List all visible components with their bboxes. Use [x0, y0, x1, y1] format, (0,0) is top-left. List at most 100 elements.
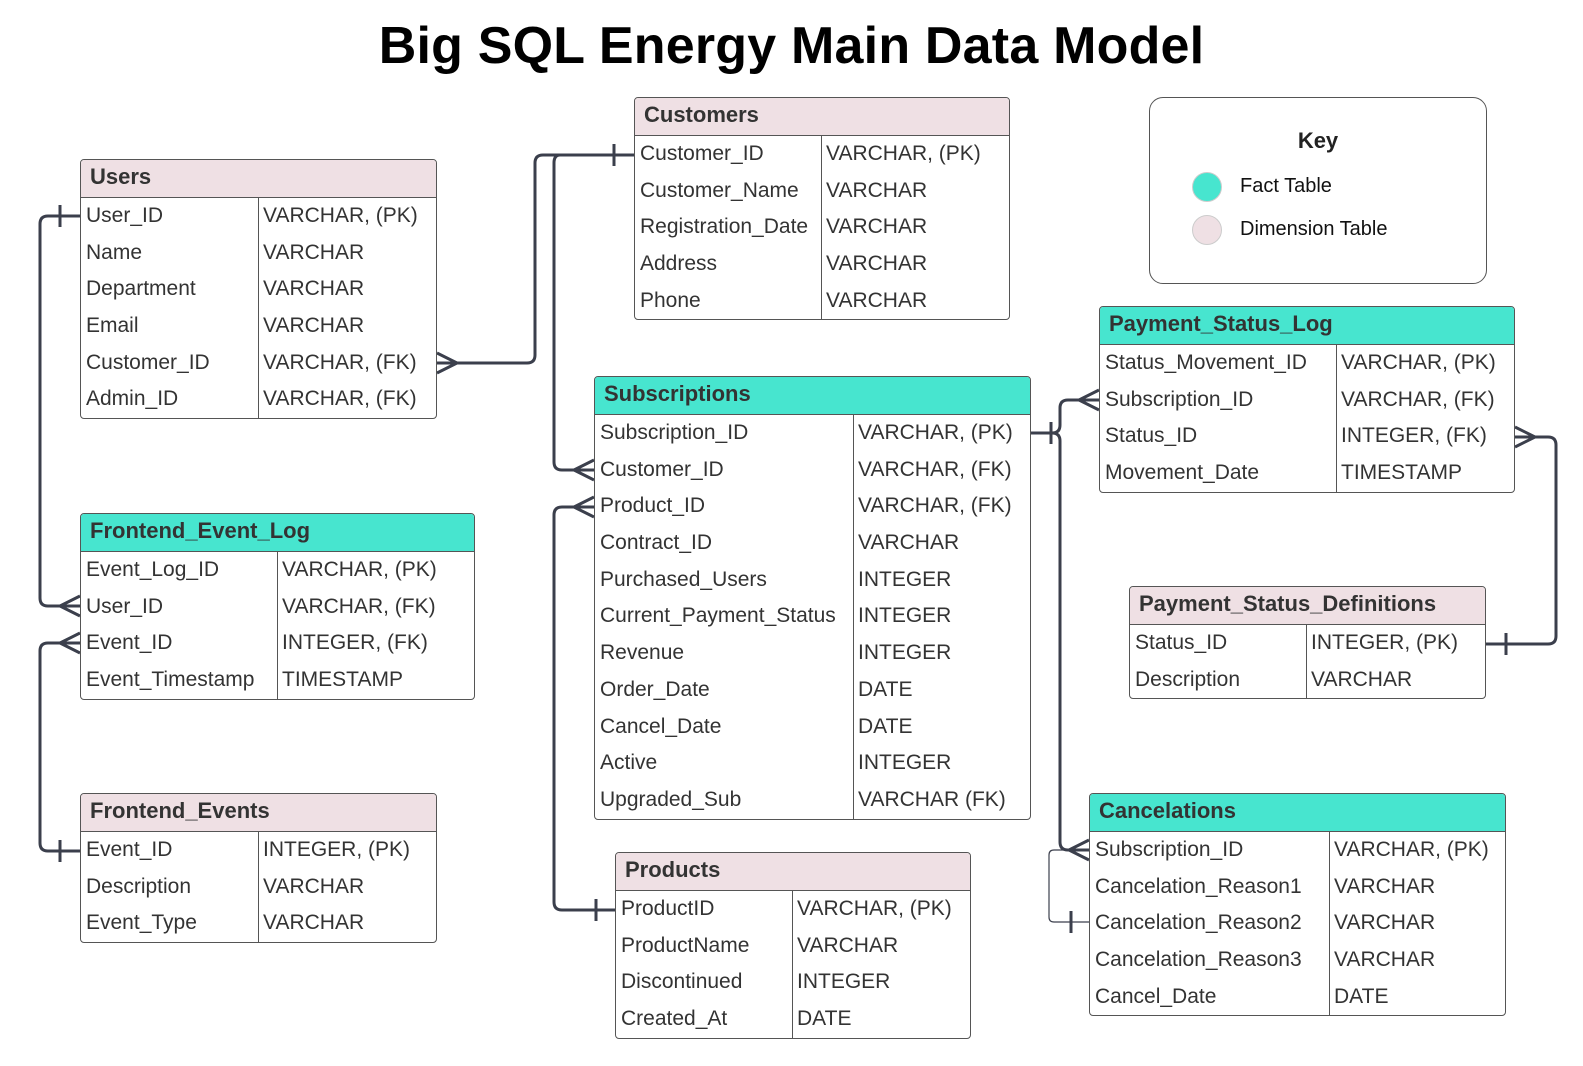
table-row: Status_Movement_ID VARCHAR, (PK) — [1100, 345, 1514, 382]
rel-events-eventlog — [38, 641, 80, 853]
table-body: Subscription_ID VARCHAR, (PK) Customer_ID V… — [595, 415, 1030, 819]
column-name: Subscription_ID — [1105, 387, 1254, 411]
table-row: Event_ID INTEGER, (FK) — [81, 625, 474, 662]
column-type: VARCHAR — [1334, 948, 1436, 972]
table-row: Email VARCHAR — [81, 308, 436, 345]
table-row: Discontinued INTEGER — [616, 964, 970, 1001]
column-type: VARCHAR — [826, 288, 928, 312]
column-type: VARCHAR, (PK) — [1334, 838, 1489, 861]
column-type: INTEGER, (PK) — [1311, 631, 1459, 654]
column-name: Upgraded_Sub — [600, 787, 742, 811]
table-customers: Customers Customer_ID VARCHAR, (PK) Custome… — [634, 97, 1010, 321]
table-products: Products ProductID VARCHAR, (PK) ProductNam… — [615, 852, 971, 1039]
table-body: Subscription_ID VARCHAR, (PK) Cancelation_… — [1090, 832, 1505, 1016]
column-name: Customer_Name — [640, 178, 799, 202]
column-type: VARCHAR, (FK) — [282, 594, 436, 618]
column-name: Name — [86, 240, 143, 264]
column-name: Admin_ID — [86, 387, 179, 411]
column-type: INTEGER, (FK) — [1341, 424, 1487, 448]
table-cancelations: Cancelations Subscription_ID VARCHAR, (PK)… — [1089, 793, 1506, 1017]
table-body: User_ID VARCHAR, (PK) Name VARCHAR Departmen… — [81, 198, 436, 419]
crows-foot-many — [573, 495, 595, 519]
column-type: VARCHAR — [263, 874, 365, 898]
column-name: Contract_ID — [600, 531, 713, 555]
column-type: VARCHAR — [1334, 874, 1436, 898]
column-name: Cancelation_Reason1 — [1095, 874, 1302, 898]
column-name: Description — [86, 874, 192, 898]
table-row: Created_At DATE — [616, 1001, 970, 1038]
table-row: Revenue INTEGER — [595, 635, 1030, 672]
column-name: Customer_ID — [640, 142, 764, 165]
crows-foot-many — [436, 351, 458, 375]
column-type: INTEGER — [858, 567, 952, 591]
column-name: Status_Movement_ID — [1105, 351, 1307, 374]
table-payment-status-definitions: Payment_Status_Definitions Status_ID INTEG… — [1129, 586, 1486, 700]
column-name: Customer_ID — [600, 457, 724, 481]
rel-customers-subscriptions — [552, 153, 594, 472]
column-name: Discontinued — [621, 970, 743, 994]
table-header: Users — [81, 160, 436, 198]
table-row: User_ID VARCHAR, (PK) — [81, 198, 436, 235]
column-type: VARCHAR, (FK) — [1341, 387, 1495, 411]
column-type: VARCHAR, (PK) — [282, 558, 437, 581]
table-row: Department VARCHAR — [81, 271, 436, 308]
table-row: Event_Type VARCHAR — [81, 905, 436, 942]
column-name: Purchased_Users — [600, 567, 767, 591]
table-body: ProductID VARCHAR, (PK) ProductName VARCHAR… — [616, 891, 970, 1038]
table-row: Cancel_Date DATE — [595, 709, 1030, 746]
table-row: Phone VARCHAR — [635, 283, 1009, 320]
table-row: Upgraded_Sub VARCHAR (FK) — [595, 782, 1030, 819]
column-type: VARCHAR — [797, 933, 899, 957]
table-row: Product_ID VARCHAR, (FK) — [595, 488, 1030, 525]
column-type: VARCHAR — [1311, 667, 1413, 691]
column-type: VARCHAR — [826, 178, 928, 202]
column-name: User_ID — [86, 594, 164, 618]
table-frontend-events: Frontend_Events Event_ID INTEGER, (PK) Desc… — [80, 793, 437, 944]
fact-table-label: Fact Table — [1240, 175, 1332, 197]
column-name: Cancel_Date — [1095, 984, 1217, 1008]
table-body: Event_Log_ID VARCHAR, (PK) User_ID VARCHAR,… — [81, 552, 474, 699]
legend-key: Key Fact Table Dimension Table — [1149, 97, 1487, 284]
column-name: Address — [640, 252, 718, 276]
column-name: ProductID — [621, 897, 715, 920]
crows-foot-many — [1078, 388, 1100, 412]
table-header: Frontend_Event_Log — [81, 514, 474, 552]
table-row: Order_Date DATE — [595, 672, 1030, 709]
table-body: Status_Movement_ID VARCHAR, (PK) Subscript… — [1100, 345, 1514, 492]
column-type: VARCHAR, (PK) — [1341, 351, 1496, 374]
table-header: Products — [616, 853, 970, 891]
table-header: Payment_Status_Definitions — [1130, 587, 1485, 625]
table-row: Contract_ID VARCHAR — [595, 525, 1030, 562]
table-header: Customers — [635, 98, 1009, 136]
column-type: VARCHAR (FK) — [858, 787, 1006, 811]
table-row: Event_Timestamp TIMESTAMP — [81, 662, 474, 699]
column-type: TIMESTAMP — [1341, 461, 1462, 485]
column-type: VARCHAR — [858, 531, 960, 555]
dimension-table-swatch — [1192, 215, 1222, 245]
table-header: Cancelations — [1090, 794, 1505, 832]
rel-users-customers — [437, 153, 634, 365]
column-type: INTEGER — [858, 751, 952, 775]
table-row: ProductID VARCHAR, (PK) — [616, 891, 970, 928]
column-name: Customer_ID — [86, 350, 210, 374]
table-row: Event_Log_ID VARCHAR, (PK) — [81, 552, 474, 589]
column-type: VARCHAR — [263, 911, 365, 935]
table-row: Movement_Date TIMESTAMP — [1100, 455, 1514, 492]
table-frontend-event-log: Frontend_Event_Log Event_Log_ID VARCHAR, (… — [80, 513, 475, 700]
column-name: User_ID — [86, 204, 164, 227]
crows-foot-many — [1068, 838, 1090, 862]
column-type: VARCHAR — [263, 277, 365, 301]
table-header: Payment_Status_Log — [1100, 307, 1514, 345]
table-row: Subscription_ID VARCHAR, (FK) — [1100, 382, 1514, 419]
table-row: Status_ID INTEGER, (FK) — [1100, 418, 1514, 455]
column-name: Cancel_Date — [600, 714, 722, 738]
table-row: Cancel_Date DATE — [1090, 979, 1505, 1016]
table-row: Customer_ID VARCHAR, (FK) — [81, 345, 436, 382]
table-row: Subscription_ID VARCHAR, (PK) — [595, 415, 1030, 452]
table-payment-status-log: Payment_Status_Log Status_Movement_ID VARC… — [1099, 306, 1515, 493]
table-body: Event_ID INTEGER, (PK) Description VARCHAR E… — [81, 832, 436, 943]
column-type: VARCHAR — [263, 240, 365, 264]
table-row: Name VARCHAR — [81, 235, 436, 272]
column-type: VARCHAR, (FK) — [858, 457, 1012, 481]
column-name: Active — [600, 751, 658, 775]
